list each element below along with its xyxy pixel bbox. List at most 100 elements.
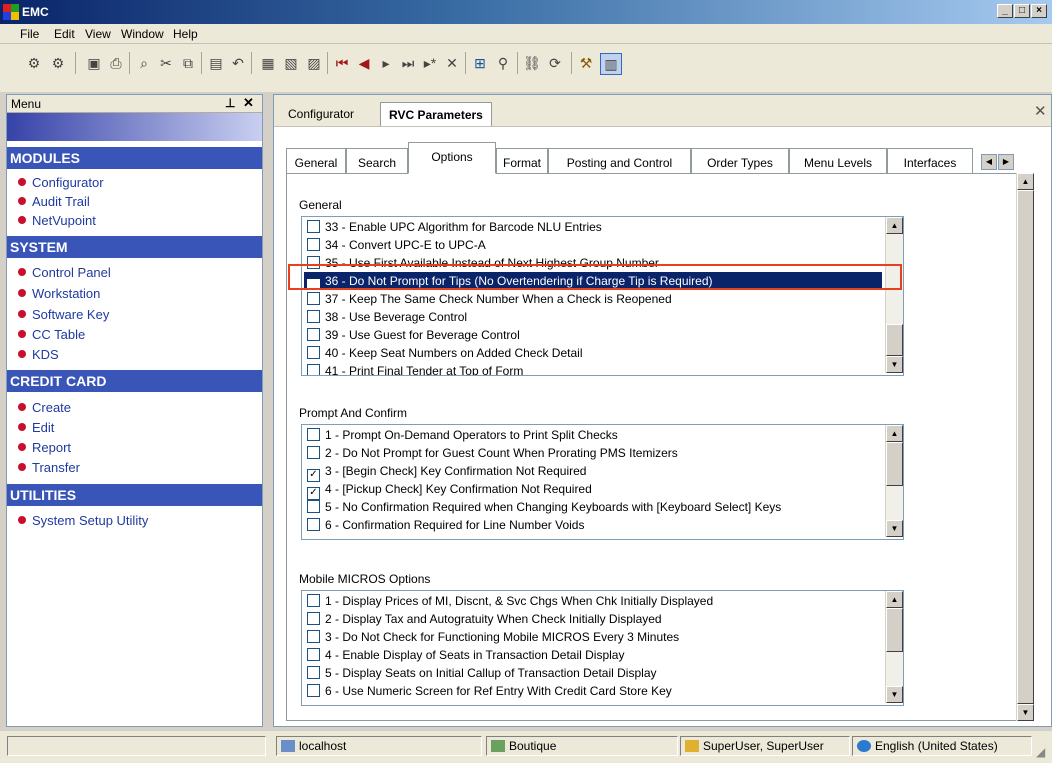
nav-configurator[interactable]: Configurator (18, 175, 104, 190)
refresh-icon[interactable]: ⟳ (545, 53, 565, 73)
option-row[interactable]: 38 - Use Beverage Control (304, 308, 882, 326)
minimize-button[interactable]: _ (997, 4, 1013, 18)
checkbox[interactable] (307, 684, 320, 697)
disconnect-icon[interactable]: ⚙ (48, 53, 68, 73)
properties-icon[interactable]: ▥ (600, 53, 622, 75)
option-row[interactable]: 6 - Use Numeric Screen for Ref Entry Wit… (304, 682, 882, 700)
nav-software-key[interactable]: Software Key (18, 307, 109, 322)
title-bar[interactable]: EMC _ □ × (0, 0, 1052, 24)
find-icon[interactable]: ⚲ (493, 53, 513, 73)
checkbox[interactable] (307, 292, 320, 305)
tab-options[interactable]: Options (408, 142, 496, 174)
nav-control-panel[interactable]: Control Panel (18, 265, 111, 280)
tab-interfaces[interactable]: Interfaces (887, 148, 973, 174)
option-row[interactable]: ✓ 4 - [Pickup Check] Key Confirmation Not… (304, 480, 882, 500)
form-view-icon[interactable]: ▦ (258, 53, 278, 73)
checkbox[interactable] (307, 310, 320, 323)
prompt-confirm-options-list[interactable]: 1 - Prompt On-Demand Operators to Print … (301, 424, 904, 540)
option-row[interactable]: 6 - Confirmation Required for Line Numbe… (304, 516, 882, 534)
next-record-icon[interactable]: ▸ (376, 53, 396, 73)
tab-scroll-right-icon[interactable]: ▶ (998, 154, 1014, 170)
table-view-icon[interactable]: ⊞ (470, 53, 490, 73)
scroll-up-icon[interactable]: ▲ (886, 217, 903, 234)
checkbox[interactable] (307, 500, 320, 513)
general-list-scrollbar[interactable]: ▲ ▼ (885, 217, 903, 373)
delete-icon[interactable]: ✕ (442, 53, 462, 73)
general-options-list[interactable]: 33 - Enable UPC Algorithm for Barcode NL… (301, 216, 904, 376)
nav-audit-trail[interactable]: Audit Trail (18, 194, 90, 209)
option-row[interactable]: 2 - Display Tax and Autogratuity When Ch… (304, 610, 882, 628)
nav-kds[interactable]: KDS (18, 347, 59, 362)
scroll-down-icon[interactable]: ▼ (886, 356, 903, 373)
checkbox[interactable] (307, 446, 320, 459)
option-row[interactable]: 37 - Keep The Same Check Number When a C… (304, 290, 882, 308)
scroll-up-icon[interactable]: ▲ (886, 425, 903, 442)
menu-edit[interactable]: Edit (54, 27, 75, 41)
copy-icon[interactable]: ⧉ (178, 53, 198, 73)
link-icon[interactable]: ⛓ (522, 53, 542, 73)
checkbox[interactable] (307, 238, 320, 251)
scroll-up-icon[interactable]: ▲ (886, 591, 903, 608)
option-row[interactable]: 34 - Convert UPC-E to UPC-A (304, 236, 882, 254)
tab-order-types[interactable]: Order Types (691, 148, 789, 174)
add-record-icon[interactable]: ▧ (281, 53, 301, 73)
scroll-down-icon[interactable]: ▼ (886, 520, 903, 537)
resize-grip-icon[interactable]: ◢ (1036, 745, 1045, 759)
nav-transfer[interactable]: Transfer (18, 460, 80, 475)
mobile-micros-options-list[interactable]: 1 - Display Prices of MI, Discnt, & Svc … (301, 590, 904, 706)
option-row[interactable]: ✓ 3 - [Begin Check] Key Confirmation Not … (304, 462, 882, 482)
undo-icon[interactable]: ↶ (228, 53, 248, 73)
nav-workstation[interactable]: Workstation (18, 286, 100, 301)
checkbox[interactable] (307, 648, 320, 661)
option-row[interactable]: 39 - Use Guest for Beverage Control (304, 326, 882, 344)
nav-report[interactable]: Report (18, 440, 71, 455)
menu-file[interactable]: File (20, 27, 39, 41)
option-row[interactable]: 2 - Do Not Prompt for Guest Count When P… (304, 444, 882, 462)
connect-icon[interactable]: ⚙ (24, 53, 44, 73)
doc-tab-configurator[interactable]: Configurator (280, 102, 362, 126)
checkbox[interactable] (307, 346, 320, 359)
checkbox[interactable] (307, 594, 320, 607)
close-panel-icon[interactable]: ✕ (243, 95, 254, 111)
pin-icon[interactable]: ⊥ (225, 96, 235, 110)
checkbox[interactable] (307, 220, 320, 233)
save-icon[interactable]: ▣ (84, 53, 104, 73)
close-document-icon[interactable]: ✕ (1034, 102, 1047, 120)
option-row[interactable]: 40 - Keep Seat Numbers on Added Check De… (304, 344, 882, 362)
tab-general[interactable]: General (286, 148, 346, 174)
tab-menu-levels[interactable]: Menu Levels (789, 148, 887, 174)
option-row[interactable]: 33 - Enable UPC Algorithm for Barcode NL… (304, 218, 882, 236)
form-scrollbar[interactable]: ▲ ▼ (1016, 173, 1034, 721)
paste-icon[interactable]: ▤ (206, 53, 226, 73)
menu-view[interactable]: View (85, 27, 111, 41)
scroll-thumb[interactable] (886, 324, 903, 356)
option-row[interactable]: 1 - Prompt On-Demand Operators to Print … (304, 426, 882, 444)
checkbox[interactable] (307, 630, 320, 643)
menu-help[interactable]: Help (173, 27, 198, 41)
nav-cc-table[interactable]: CC Table (18, 327, 85, 342)
scroll-thumb[interactable] (886, 442, 903, 486)
maximize-button[interactable]: □ (1014, 4, 1030, 18)
prompt-list-scrollbar[interactable]: ▲ ▼ (885, 425, 903, 537)
tab-posting-and-control[interactable]: Posting and Control (548, 148, 691, 174)
last-record-icon[interactable]: ⏭ (398, 53, 418, 73)
checkbox[interactable] (307, 518, 320, 531)
scroll-up-icon[interactable]: ▲ (1017, 173, 1034, 190)
checkbox[interactable] (307, 612, 320, 625)
tab-format[interactable]: Format (496, 148, 548, 174)
doc-tab-rvc-parameters[interactable]: RVC Parameters (380, 102, 492, 126)
option-row[interactable]: 5 - No Confirmation Required when Changi… (304, 498, 882, 516)
scroll-thumb[interactable] (1017, 190, 1034, 704)
tools-icon[interactable]: ⚒ (576, 53, 596, 73)
print-icon[interactable]: ⎙ (106, 53, 126, 73)
option-row[interactable]: 5 - Display Seats on Initial Callup of T… (304, 664, 882, 682)
checkbox[interactable] (307, 364, 320, 375)
option-row[interactable]: 4 - Enable Display of Seats in Transacti… (304, 646, 882, 664)
close-window-button[interactable]: × (1031, 4, 1047, 18)
print-preview-icon[interactable]: ⌕ (134, 53, 154, 73)
nav-system-setup-utility[interactable]: System Setup Utility (18, 513, 148, 528)
delete-record-icon[interactable]: ▨ (304, 53, 324, 73)
scroll-down-icon[interactable]: ▼ (1017, 704, 1034, 721)
scroll-down-icon[interactable]: ▼ (886, 686, 903, 703)
scroll-thumb[interactable] (886, 608, 903, 652)
